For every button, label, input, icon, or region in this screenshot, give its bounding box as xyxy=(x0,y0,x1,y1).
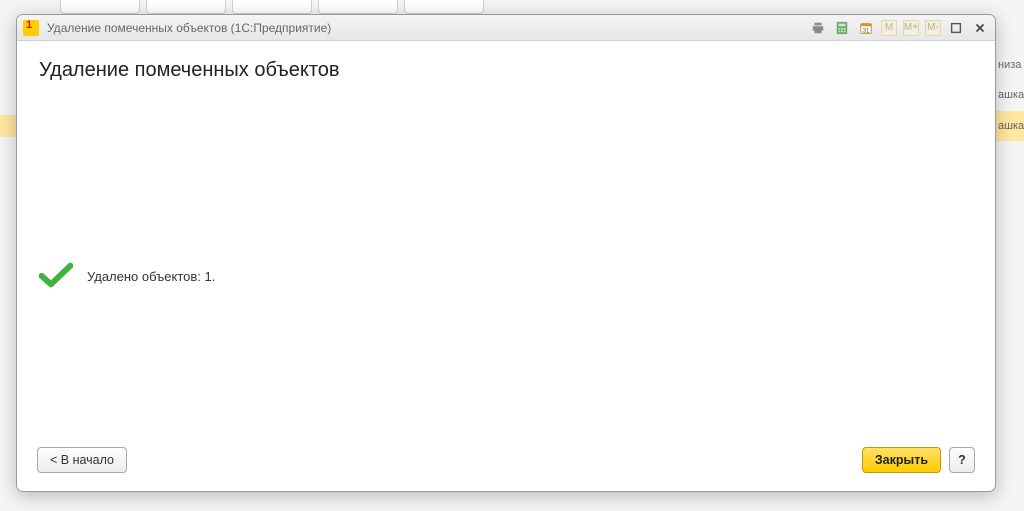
result-row: Удалено объектов: 1. xyxy=(39,261,215,292)
dialog-titlebar: Удаление помеченных объектов (1С:Предпри… xyxy=(17,15,995,41)
background-right-row: ашка xyxy=(994,111,1024,141)
close-icon[interactable] xyxy=(971,20,989,36)
back-to-start-button[interactable]: < В начало xyxy=(37,447,127,473)
dialog-content: Удаление помеченных объектов Удалено объ… xyxy=(17,41,995,443)
svg-text:31: 31 xyxy=(863,27,870,34)
memory-mplus-button[interactable]: M+ xyxy=(903,20,919,36)
background-tab xyxy=(404,0,484,14)
dialog-footer: < В начало Закрыть ? xyxy=(17,443,995,491)
background-right-row: низа xyxy=(994,50,1024,80)
dialog-title: Удаление помеченных объектов (1С:Предпри… xyxy=(47,21,809,35)
page-heading: Удаление помеченных объектов xyxy=(39,59,973,82)
print-icon[interactable] xyxy=(809,20,827,36)
background-right-row: ашка xyxy=(994,80,1024,110)
maximize-icon[interactable] xyxy=(947,20,965,36)
memory-mminus-button[interactable]: M- xyxy=(925,20,941,36)
background-highlight-strip xyxy=(0,115,16,137)
memory-m-button[interactable]: M xyxy=(881,20,897,36)
calculator-icon[interactable] xyxy=(833,20,851,36)
app-logo-1c-icon xyxy=(23,20,39,36)
background-right-panel: низа ашка ашка xyxy=(994,50,1024,141)
background-tab xyxy=(318,0,398,14)
help-button[interactable]: ? xyxy=(949,447,975,473)
checkmark-icon xyxy=(39,261,73,292)
delete-marked-objects-dialog: Удаление помеченных объектов (1С:Предпри… xyxy=(16,14,996,492)
calendar-icon[interactable]: 31 xyxy=(857,20,875,36)
close-button[interactable]: Закрыть xyxy=(862,447,941,473)
background-tab xyxy=(146,0,226,14)
titlebar-controls: 31 M M+ M- xyxy=(809,20,989,36)
result-text: Удалено объектов: 1. xyxy=(87,269,215,284)
background-tab xyxy=(232,0,312,14)
background-tab xyxy=(60,0,140,14)
